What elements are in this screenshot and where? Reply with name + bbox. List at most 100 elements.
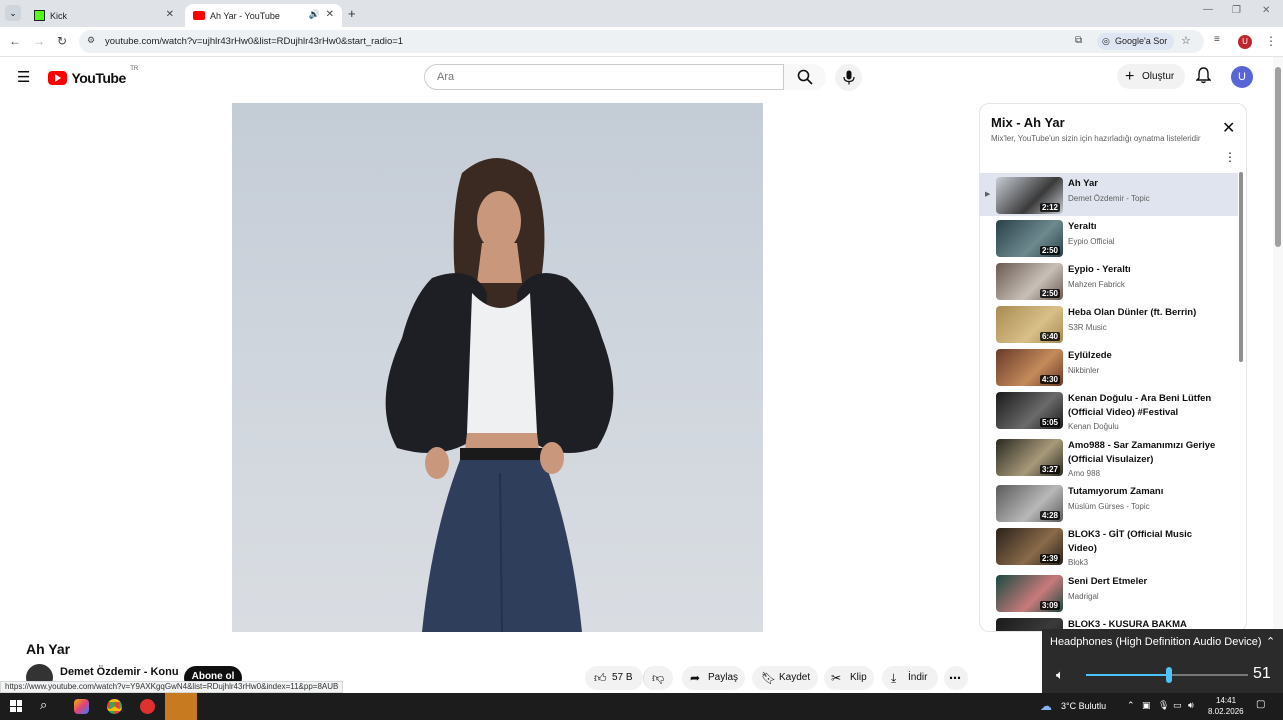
playlist-item[interactable]: ▶ 2:12 Ah Yar Demet Özdemir - Topic: [980, 173, 1238, 216]
playlist-thumbnail[interactable]: 3:27: [996, 439, 1063, 476]
search-button[interactable]: [783, 64, 826, 90]
reload-icon[interactable]: ↻: [57, 34, 67, 48]
minimize-icon[interactable]: —: [1203, 4, 1213, 15]
tray-chevron-icon[interactable]: ⌃: [1127, 700, 1135, 711]
youtube-logo[interactable]: YouTube TR: [48, 66, 138, 87]
media-control-icon[interactable]: ≡: [1214, 34, 1220, 45]
share-button[interactable]: ➦ Paylaş: [682, 666, 745, 690]
thumbs-up-icon: 👍︎: [594, 671, 607, 685]
playlist-item[interactable]: 3:27 Amo988 - Sar Zamanımızı Geriye (Offi…: [980, 435, 1238, 482]
playlist-item[interactable]: 5:05 Kenan Doğulu - Ara Beni Lütfen (Offi…: [980, 388, 1238, 435]
create-button[interactable]: + Oluştur: [1117, 64, 1185, 89]
playlist-thumbnail[interactable]: 4:28: [996, 485, 1063, 522]
close-icon[interactable]: ✕: [1222, 118, 1235, 138]
download-label: İndir: [908, 672, 928, 683]
notification-icon[interactable]: ▢: [1256, 699, 1265, 710]
download-icon: ⤓: [891, 671, 897, 685]
page-scrollbar[interactable]: [1273, 57, 1283, 693]
clip-button[interactable]: ✂ Klip: [824, 666, 874, 690]
tray-mic-icon[interactable]: 🎙︎: [1158, 700, 1169, 711]
user-avatar[interactable]: U: [1231, 66, 1253, 88]
chrome-menu-icon[interactable]: ⋮: [1265, 34, 1277, 48]
voice-search-button[interactable]: [835, 64, 862, 91]
volume-slider-thumb[interactable]: [1165, 667, 1172, 683]
playlist-item[interactable]: 2:39 BLOK3 - GİT (Official Music Video) Bl…: [980, 524, 1238, 571]
speaker-icon[interactable]: 🔊: [309, 9, 320, 20]
playlist-item[interactable]: 4:28 Tutamıyorum Zamanı Müslüm Gürses - To…: [980, 481, 1238, 524]
video-player[interactable]: [232, 103, 763, 632]
search-input[interactable]: Ara: [437, 71, 454, 83]
clock-date[interactable]: 8.02.2026: [1208, 707, 1244, 716]
playlist-scrollbar[interactable]: [1239, 172, 1243, 362]
save-button[interactable]: 🔖︎ Kaydet: [752, 666, 818, 690]
like-button[interactable]: 👍︎ 57 B: [585, 666, 643, 690]
app-icon[interactable]: [140, 699, 155, 714]
playlist-item-channel: Eypio Official: [1068, 237, 1115, 246]
playlist-item[interactable]: 3:09 Seni Dert Etmeler Madrigal: [980, 571, 1238, 614]
tray-volume-icon[interactable]: 🔊︎: [1188, 700, 1194, 711]
playlist-thumbnail[interactable]: 2:50: [996, 220, 1063, 257]
profile-avatar[interactable]: U: [1238, 35, 1252, 49]
cast-icon[interactable]: ⧉: [1075, 35, 1082, 46]
weather-text[interactable]: 3°C Bulutlu: [1061, 701, 1106, 711]
hamburger-menu-icon[interactable]: ☰: [17, 68, 30, 86]
playlist-thumbnail[interactable]: 2:12: [996, 177, 1063, 214]
url-text[interactable]: youtube.com/watch?v=ujhlr43rHw0&list=RDu…: [105, 36, 403, 47]
active-app-icon[interactable]: [165, 693, 197, 720]
playlist-thumbnail[interactable]: 2:39: [996, 528, 1063, 565]
playlist-thumbnail[interactable]: 6:40: [996, 306, 1063, 343]
duration-badge: 4:30: [1039, 375, 1060, 384]
search-box[interactable]: Ara: [424, 64, 826, 90]
dislike-button[interactable]: 👎︎: [643, 666, 673, 690]
audio-device-name[interactable]: Headphones (High Definition Audio Device…: [1050, 636, 1262, 648]
restore-icon[interactable]: ❐: [1232, 5, 1241, 16]
address-bar[interactable]: ⚙ youtube.com/watch?v=ujhlr43rHw0&list=R…: [79, 30, 1204, 53]
browser-tab-bar: ⌄ Kick ✕ Ah Yar - YouTube 🔊 ✕ + — ❐ ✕: [0, 0, 1283, 27]
more-actions-button[interactable]: ⋯: [944, 666, 968, 690]
search-icon[interactable]: ⌕: [40, 697, 47, 713]
playlist-item[interactable]: 2:50 Eypio - Yeraltı Mahzen Fabrick: [980, 259, 1238, 302]
page-scrollbar-thumb[interactable]: [1275, 67, 1281, 247]
bookmark-icon: 🔖︎: [761, 671, 777, 685]
scissors-icon: ✂: [831, 671, 842, 685]
copilot-icon[interactable]: [74, 699, 89, 714]
tray-camera-icon[interactable]: ▣: [1142, 700, 1151, 711]
new-tab-button[interactable]: +: [348, 6, 356, 21]
kick-logo-icon: [34, 10, 45, 21]
playlist-thumbnail[interactable]: 4:30: [996, 349, 1063, 386]
bookmark-star-icon[interactable]: ☆: [1181, 34, 1191, 47]
channel-name[interactable]: Demet Özdemir - Konu: [60, 666, 179, 678]
chrome-icon[interactable]: [107, 699, 122, 714]
download-button[interactable]: ⤓ İndir: [882, 666, 938, 690]
tab-kick[interactable]: Kick ✕: [26, 4, 182, 27]
forward-icon[interactable]: →: [33, 34, 45, 48]
site-info-icon[interactable]: ⚙: [87, 35, 95, 46]
back-icon[interactable]: ←: [9, 34, 21, 48]
playlist-thumbnail[interactable]: 3:09: [996, 575, 1063, 612]
playlist-item-title: Eypio - Yeraltı: [1068, 264, 1131, 275]
playlist-item-channel: Madrigal: [1068, 592, 1099, 601]
playlist-thumbnail[interactable]: 5:05: [996, 392, 1063, 429]
playlist-thumbnail[interactable]: 2:50: [996, 263, 1063, 300]
close-window-icon[interactable]: ✕: [1262, 5, 1270, 16]
playlist-item-channel: Müslüm Gürses - Topic: [1068, 502, 1150, 511]
playlist-item-channel: Nikbinler: [1068, 366, 1100, 375]
tab-youtube[interactable]: Ah Yar - YouTube 🔊 ✕: [185, 4, 342, 27]
chevron-up-icon[interactable]: ⌃: [1266, 635, 1275, 648]
tab-close-icon[interactable]: ✕: [166, 9, 174, 20]
google-ask-button[interactable]: ◎ Google'a Sor: [1097, 33, 1175, 50]
tray-network-icon[interactable]: ▭: [1173, 700, 1182, 711]
clock-time[interactable]: 14:41: [1216, 696, 1236, 705]
tab-search-button[interactable]: ⌄: [5, 5, 21, 21]
playlist-item[interactable]: 4:30 Eylülzede Nikbinler: [980, 345, 1238, 388]
volume-slider[interactable]: [1086, 667, 1248, 683]
more-vertical-icon[interactable]: ⋮: [1224, 150, 1236, 164]
notifications-bell-icon[interactable]: [1195, 67, 1212, 89]
windows-start-icon[interactable]: [10, 700, 22, 712]
clip-label: Klip: [850, 672, 867, 683]
playlist-item[interactable]: 2:50 Yeraltı Eypio Official: [980, 216, 1238, 259]
volume-speaker-icon[interactable]: 🔈︎: [1056, 667, 1064, 683]
status-bar-url: https://www.youtube.com/watch?v=Y9AXKgqG…: [0, 681, 344, 693]
tab-close-icon[interactable]: ✕: [326, 9, 334, 20]
playlist-item[interactable]: 6:40 Heba Olan Dünler (ft. Berrin) S3R Mus…: [980, 302, 1238, 345]
